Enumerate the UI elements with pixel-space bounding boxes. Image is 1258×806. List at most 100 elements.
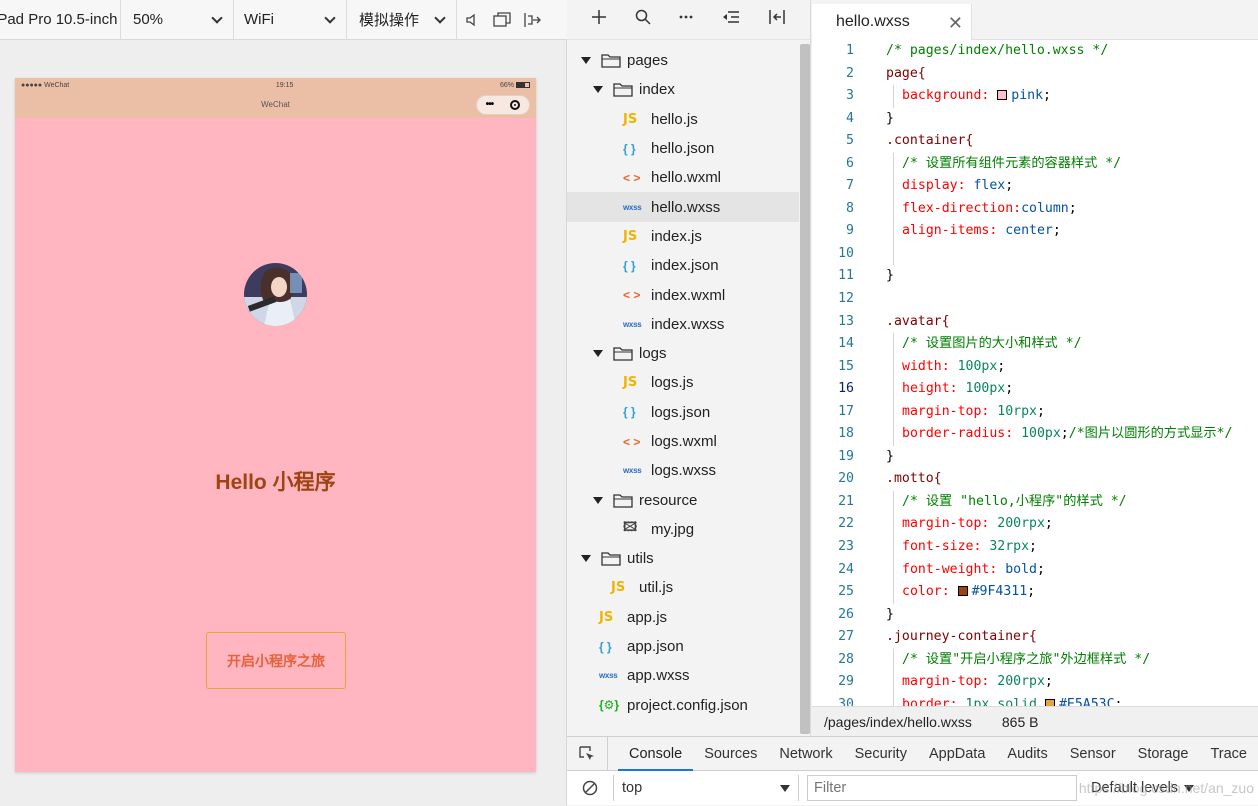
- tree-file[interactable]: JS hello.js: [567, 105, 799, 134]
- tree-file[interactable]: wxss app.wxss: [567, 661, 799, 690]
- capsule-menu[interactable]: •••: [476, 95, 530, 115]
- code-token: page{: [886, 65, 926, 81]
- file-path: /pages/index/hello.wxss: [824, 713, 972, 730]
- tab-audits[interactable]: Audits: [996, 737, 1058, 771]
- css-value: flex: [973, 178, 1006, 194]
- tab-hello-wxss[interactable]: hello.wxss ✕: [812, 4, 972, 40]
- collapse-all-icon[interactable]: [722, 9, 740, 30]
- tree-file[interactable]: 🖾 my.jpg: [567, 515, 799, 544]
- more-icon[interactable]: [678, 9, 694, 30]
- code-text: .journey-container{: [886, 626, 1037, 649]
- line-number: 10: [838, 245, 854, 261]
- code-line: 25 color: #9F4311;: [812, 581, 1258, 604]
- tab-console[interactable]: Console: [617, 737, 694, 771]
- css-value: #9F4311: [971, 584, 1028, 600]
- code-line: 9 align-items: center;: [812, 220, 1258, 243]
- color-swatch[interactable]: [997, 90, 1008, 101]
- chevron-down-icon[interactable]: [593, 350, 603, 358]
- tree-file[interactable]: { } hello.json: [567, 134, 799, 163]
- tree-file[interactable]: { } app.json: [567, 632, 799, 661]
- tree-file[interactable]: wxss hello.wxss: [567, 192, 799, 222]
- chevron-down-icon[interactable]: [581, 57, 591, 65]
- tab-appdata[interactable]: AppData: [918, 737, 996, 771]
- tree-file[interactable]: < > hello.wxml: [567, 163, 799, 192]
- tree-file[interactable]: JS app.js: [567, 603, 799, 632]
- tree-file[interactable]: < > logs.wxml: [567, 427, 799, 456]
- line-number: 3: [846, 88, 854, 104]
- code-area[interactable]: 1 /* pages/index/hello.wxss */ 2 page{3 back…: [812, 40, 1258, 706]
- more-icon[interactable]: •••: [486, 92, 494, 118]
- close-icon[interactable]: ✕: [948, 13, 963, 34]
- tree-item-label: hello.wxml: [651, 169, 722, 187]
- indent-guide: [893, 648, 894, 672]
- tree-folder[interactable]: index: [567, 75, 799, 104]
- code-text: .motto{: [886, 468, 942, 491]
- code-line: 24 font-weight: bold;: [812, 558, 1258, 582]
- tab-storage[interactable]: Storage: [1127, 737, 1200, 771]
- search-icon[interactable]: [635, 9, 651, 30]
- tab-sensor[interactable]: Sensor: [1059, 737, 1127, 771]
- chevron-down-icon: [324, 11, 336, 24]
- tree-folder[interactable]: logs: [567, 339, 799, 368]
- indent-guide: [893, 490, 894, 514]
- devtools-tabs: Console Sources Network Security AppData Audi…: [567, 736, 1258, 771]
- tab-network[interactable]: Network: [768, 737, 843, 771]
- line-number: 26: [838, 606, 854, 622]
- tree-scrollbar[interactable]: [800, 44, 810, 734]
- css-property: font-weight:: [902, 561, 1006, 577]
- add-icon[interactable]: [591, 9, 607, 30]
- tree-file[interactable]: < > index.wxml: [567, 280, 799, 309]
- close-miniprogram-icon[interactable]: [510, 100, 521, 110]
- tree-file[interactable]: { } logs.json: [567, 398, 799, 427]
- window-icon[interactable]: [487, 0, 517, 40]
- js-file-icon: JS: [623, 375, 638, 391]
- css-property: width:: [902, 358, 958, 374]
- clear-console-icon[interactable]: [567, 780, 613, 796]
- json-file-icon: { }: [623, 405, 636, 420]
- tab-security[interactable]: Security: [844, 737, 918, 771]
- tree-file[interactable]: { } index.json: [567, 251, 799, 280]
- phone-navbar: WeChat •••: [15, 92, 536, 118]
- device-select[interactable]: iPad Pro 10.5-inch: [0, 0, 121, 40]
- line-number: 14: [838, 336, 854, 352]
- chevron-down-icon[interactable]: [593, 496, 603, 504]
- context-select[interactable]: top: [613, 775, 799, 801]
- tree-item-label: utils: [627, 550, 654, 568]
- tree-folder[interactable]: pages: [567, 46, 799, 75]
- operation-select[interactable]: 模拟操作: [347, 0, 457, 40]
- tree-file[interactable]: wxss logs.wxss: [567, 456, 799, 485]
- tree-item-label: logs: [639, 345, 667, 363]
- color-swatch[interactable]: [957, 586, 968, 597]
- toggle-panel-icon[interactable]: [768, 9, 786, 30]
- punctuation: ;: [1043, 88, 1051, 104]
- color-swatch[interactable]: [1044, 698, 1055, 706]
- line-number: 27: [838, 629, 854, 645]
- filter-input[interactable]: Filter: [807, 775, 1077, 801]
- tree-item-label: logs.json: [651, 403, 711, 421]
- tree-file[interactable]: JS util.js: [567, 573, 799, 602]
- journey-button[interactable]: 开启小程序之旅: [206, 632, 346, 689]
- inspect-icon[interactable]: [567, 736, 608, 771]
- tab-sources[interactable]: Sources: [693, 737, 768, 771]
- volume-icon[interactable]: [457, 0, 487, 40]
- journey-button-label: 开启小程序之旅: [227, 652, 325, 669]
- tree-file[interactable]: JS index.js: [567, 222, 799, 251]
- detach-icon[interactable]: [517, 0, 547, 40]
- chevron-down-icon[interactable]: [593, 86, 603, 94]
- line-number: 16: [838, 381, 854, 397]
- chevron-down-icon[interactable]: [581, 555, 591, 563]
- zoom-select[interactable]: 50%: [121, 0, 234, 40]
- zoom-select-label: 50%: [133, 11, 164, 28]
- tree-file[interactable]: wxss index.wxss: [567, 310, 799, 339]
- tree-folder[interactable]: resource: [567, 485, 799, 514]
- tree-file[interactable]: JS logs.js: [567, 368, 799, 397]
- css-property: border-radius:: [902, 426, 1022, 442]
- tab-trace[interactable]: Trace: [1199, 737, 1258, 771]
- tree-file[interactable]: {⚙} project.config.json: [567, 691, 799, 720]
- network-select[interactable]: WiFi: [234, 0, 347, 40]
- tree-item-label: hello.json: [651, 140, 715, 158]
- code-line: 5 .container{: [812, 130, 1258, 153]
- wxss-file-icon: wxss: [623, 202, 642, 212]
- tree-folder[interactable]: utils: [567, 544, 799, 573]
- tree-item-label: index.json: [651, 257, 719, 275]
